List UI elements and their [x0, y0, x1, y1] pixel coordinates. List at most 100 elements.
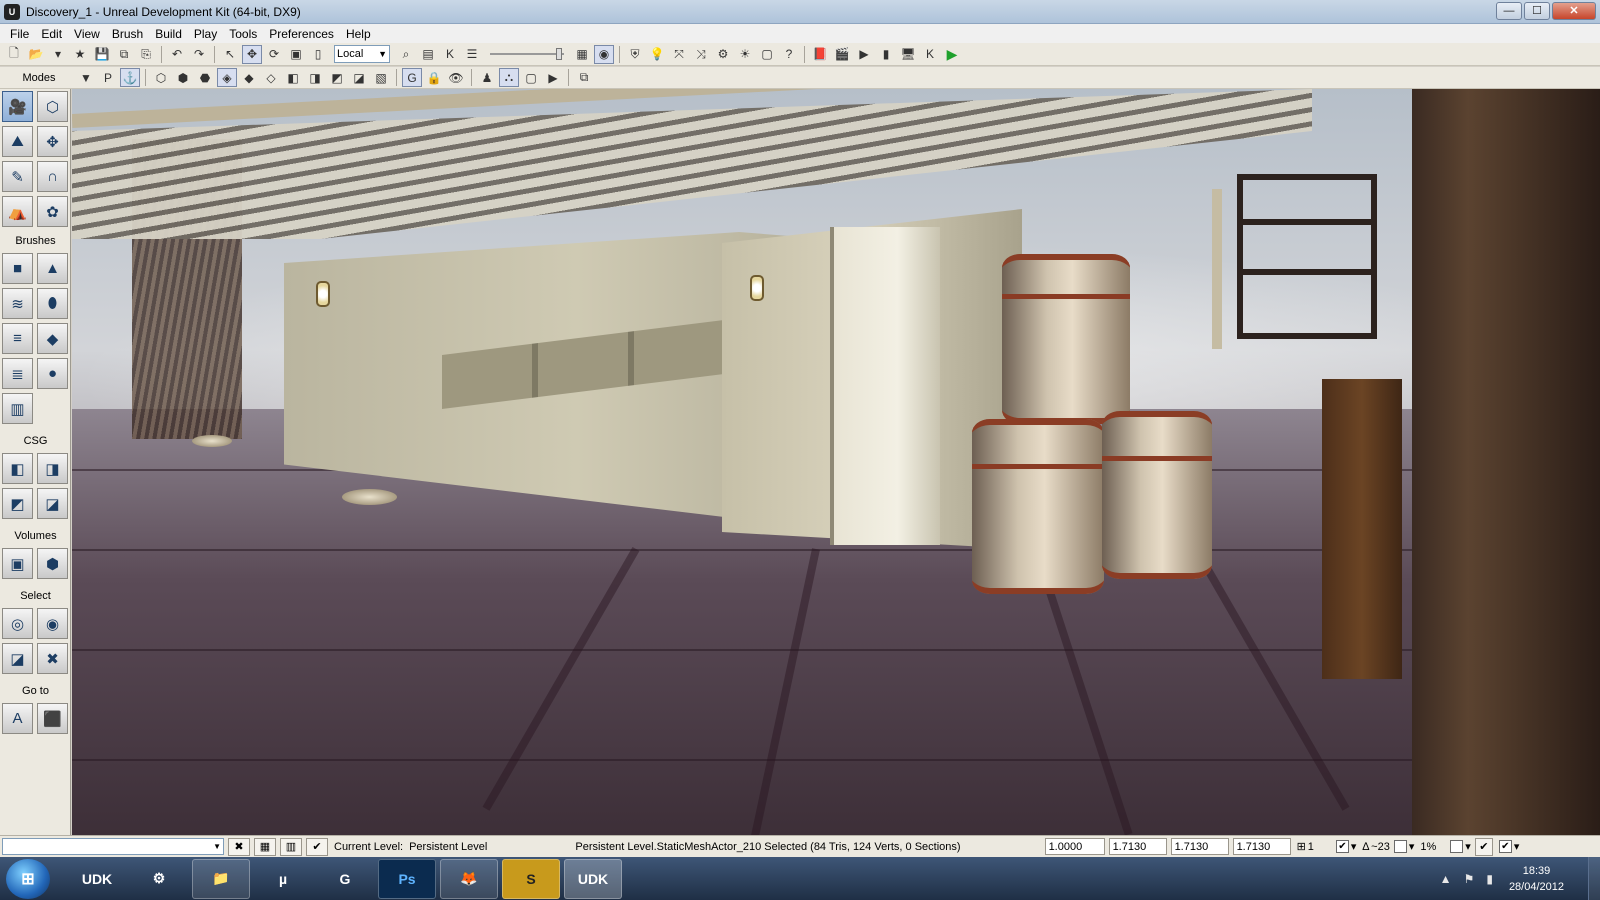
csg-deintersect-icon[interactable]: ◪	[37, 488, 68, 519]
scale-x-field[interactable]: 1.7130	[1108, 838, 1167, 855]
chevron-down-icon[interactable]: ▾	[1514, 840, 1520, 853]
game-view-button[interactable]: G	[402, 68, 422, 87]
properties-icon[interactable]: ☰	[462, 45, 482, 64]
nonuniform-scale-icon[interactable]: ▯	[308, 45, 328, 64]
taskbar-firefox[interactable]: 🦊	[440, 858, 498, 899]
kismet-icon[interactable]: ▤	[418, 45, 438, 64]
shield-icon[interactable]: ⛨	[625, 45, 645, 64]
lit-icon[interactable]: ◈	[217, 68, 237, 87]
csg-subtract-icon[interactable]: ◨	[37, 453, 68, 484]
chevron-down-icon[interactable]: ▾	[1465, 840, 1471, 853]
drag-grid-toggle-icon[interactable]: ✖	[228, 837, 250, 856]
scale-z-field[interactable]: 1.7130	[1232, 838, 1291, 855]
post-process-icon[interactable]: ⛬	[499, 68, 519, 87]
terrain-mode-icon[interactable]: ⛰	[2, 126, 33, 157]
curved-stair-icon[interactable]: ≋	[2, 288, 33, 319]
unreal-app-icon[interactable]: U	[4, 3, 20, 20]
coordinate-system-select[interactable]: Local ▼	[334, 45, 390, 63]
menu-play[interactable]: Play	[188, 27, 223, 41]
add-volume-icon[interactable]: ▣	[2, 548, 33, 579]
realtime-checkbox[interactable]: ✔	[1498, 840, 1512, 853]
menu-build[interactable]: Build	[149, 27, 188, 41]
move-mode-icon[interactable]: ✥	[37, 126, 68, 157]
build-lighting-icon[interactable]: ◉	[594, 44, 614, 64]
taskbar-explorer[interactable]: 📁	[192, 858, 250, 899]
select-mode-icon[interactable]: ↖	[220, 45, 240, 64]
barrel[interactable]	[1002, 254, 1130, 424]
volumetric-brush-icon[interactable]: ▥	[2, 393, 33, 424]
chevron-down-icon[interactable]: ▾	[1351, 840, 1357, 853]
play-in-viewport-icon[interactable]: ▶	[543, 68, 563, 87]
navigation-icon[interactable]: ▢	[757, 45, 777, 64]
spiral-stair-icon[interactable]: ≣	[2, 358, 33, 389]
new-file-icon[interactable]: 🗋	[4, 45, 24, 64]
camera-speed-slider[interactable]	[490, 45, 564, 63]
actor-icon[interactable]: ♟	[477, 68, 497, 87]
csg-add-icon[interactable]: ◧	[2, 453, 33, 484]
show-all-icon[interactable]: ✖	[37, 643, 68, 674]
scale-mode-icon[interactable]: ▣	[286, 45, 306, 64]
camera-mode-icon[interactable]: 🎥	[2, 91, 33, 122]
brush-wireframe-icon[interactable]: ⬡	[151, 68, 171, 87]
lighting-only-icon[interactable]: ◇	[261, 68, 281, 87]
close-button[interactable]: ✕	[1552, 2, 1596, 20]
scale-snap-checkbox[interactable]	[1450, 840, 1464, 853]
volume-list-icon[interactable]: ⬢	[37, 548, 68, 579]
save-current-icon[interactable]: ⎘	[136, 45, 156, 64]
command-input[interactable]: ▼	[2, 838, 224, 855]
content-browser-icon[interactable]: K	[440, 45, 460, 64]
perspective-viewport[interactable]	[72, 89, 1600, 835]
csg-intersect-icon[interactable]: ◩	[2, 488, 33, 519]
translate-mode-icon[interactable]: ✥	[242, 44, 262, 64]
grid-size-value[interactable]: 1	[1308, 841, 1314, 853]
monitor-icon[interactable]: 🖥	[898, 45, 918, 64]
sheet-brush-icon[interactable]: ◆	[37, 323, 68, 354]
rotation-snap-checkbox[interactable]	[1393, 840, 1407, 853]
level-grid-icon[interactable]: ▦	[254, 837, 276, 856]
lock-icon[interactable]: 🔒	[424, 68, 444, 87]
barrel[interactable]	[1102, 411, 1212, 579]
maximize-button[interactable]: ☐	[1524, 2, 1550, 20]
lightmass-icon[interactable]: ☀	[735, 45, 755, 64]
select-inverse-icon[interactable]: ◪	[2, 643, 33, 674]
taskbar-photoshop[interactable]: Ps	[378, 858, 436, 899]
network-signal-icon[interactable]: ▮	[1486, 872, 1493, 886]
start-button[interactable]: ⊞	[6, 858, 50, 899]
help-icon[interactable]: ?	[779, 45, 799, 64]
action-center-flag-icon[interactable]: ⚑	[1464, 872, 1475, 886]
autosave-icon[interactable]: ✔	[1474, 837, 1493, 856]
chevron-down-icon[interactable]: ▼	[213, 842, 221, 851]
drag-grid-field[interactable]: 1.0000	[1044, 838, 1105, 855]
chevron-down-icon[interactable]: ▾	[1409, 840, 1415, 853]
menu-preferences[interactable]: Preferences	[263, 27, 340, 41]
menu-view[interactable]: View	[68, 27, 106, 41]
texture-align-icon[interactable]: ✎	[2, 161, 33, 192]
save-icon[interactable]: 💾	[92, 45, 112, 64]
build-all-icon[interactable]: ⚙	[713, 45, 733, 64]
tray-expand-icon[interactable]: ▲	[1440, 872, 1452, 886]
menu-tools[interactable]: Tools	[223, 27, 263, 41]
menu-brush[interactable]: Brush	[106, 27, 149, 41]
play-on-pc-icon[interactable]: ▮	[876, 45, 896, 64]
taskbar-udk-active[interactable]: UDK	[564, 858, 622, 899]
realtime-toggle-icon[interactable]: ⚓	[120, 68, 140, 87]
scale-y-field[interactable]: 1.7130	[1170, 838, 1229, 855]
save-all-icon[interactable]: ⧉	[114, 45, 134, 64]
detail-lighting-icon[interactable]: ◆	[239, 68, 259, 87]
favorites-star-icon[interactable]: ★	[70, 45, 90, 64]
linear-stair-icon[interactable]: ≡	[2, 323, 33, 354]
goto-actor-button[interactable]: A	[2, 703, 33, 734]
kismet-debug-icon[interactable]: K	[920, 45, 940, 64]
split-icon[interactable]: ▥	[280, 837, 302, 856]
texture-density-icon[interactable]: ◨	[305, 68, 325, 87]
show-desktop-button[interactable]	[1588, 857, 1600, 900]
mesh-paint-icon[interactable]: ∩	[37, 161, 68, 192]
hide-selected-icon[interactable]: ◉	[37, 608, 68, 639]
taskbar-udk-pinned[interactable]: UDK	[68, 859, 126, 899]
rotate-mode-icon[interactable]: ⟳	[264, 45, 284, 64]
scale-snap-value[interactable]: 1%	[1420, 841, 1436, 853]
open-folder-icon[interactable]: 📂	[26, 45, 46, 64]
light-bulb-icon[interactable]: 💡	[647, 45, 667, 64]
matinee-icon[interactable]: 🎬	[832, 45, 852, 64]
taskbar-app-g[interactable]: G	[316, 859, 374, 899]
